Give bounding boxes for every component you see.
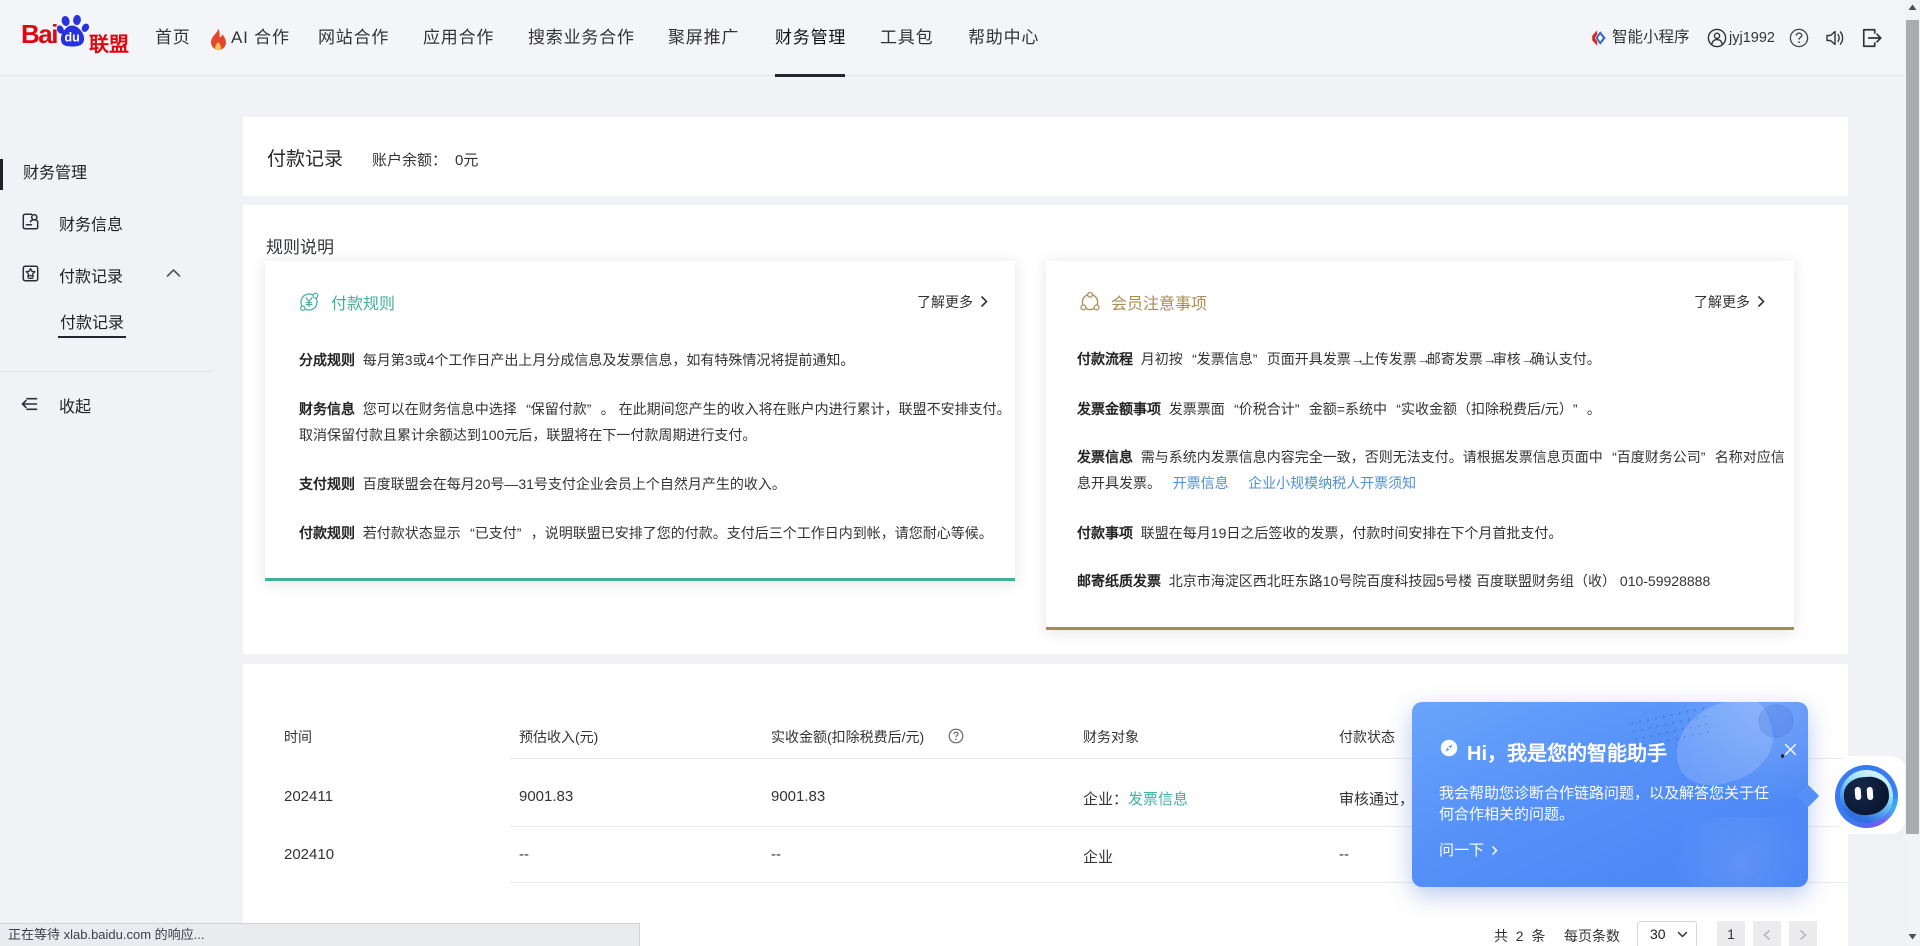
svg-text:du: du — [65, 31, 80, 45]
